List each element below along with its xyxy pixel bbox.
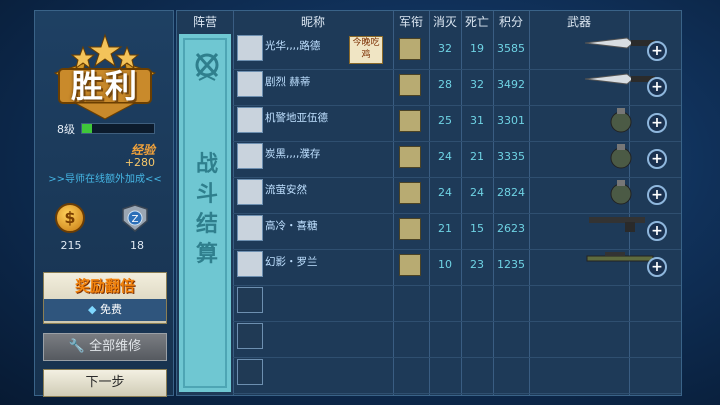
add-friend-plus-button[interactable]: + <box>647 113 667 133</box>
player-row: 高冷・喜糖 21 15 2623 <box>233 214 681 248</box>
kills-value: 21 <box>438 222 452 235</box>
player-row: 幻影・罗兰 10 23 1235 <box>233 250 681 284</box>
player-avatar <box>237 71 263 97</box>
camp-strip: 战斗结算 <box>179 34 231 392</box>
empty-row <box>233 322 681 356</box>
rank-badge-icon: Z <box>122 204 148 232</box>
player-row: 流萤安然 24 24 2824 <box>233 178 681 212</box>
camp-logo-icon <box>195 52 219 81</box>
score-value: 3492 <box>497 78 525 91</box>
player-name: 幻影・罗兰 <box>265 256 318 268</box>
free-label: 免费 <box>99 303 122 316</box>
empty-row <box>233 358 681 392</box>
next-step-button[interactable]: 下一步 <box>43 369 167 397</box>
repair-all-button[interactable]: 🔧 全部维修 <box>43 333 167 361</box>
badge-count: 18 <box>130 239 144 252</box>
player-avatar <box>237 251 263 277</box>
header-weapon: 武器 <box>566 15 591 29</box>
double-reward-title: 奖励翻倍 <box>74 277 135 295</box>
repair-all-label: 全部维修 <box>89 339 142 354</box>
rank-icon <box>399 38 421 60</box>
score-value: 3585 <box>497 42 525 55</box>
kills-value: 24 <box>438 150 452 163</box>
deaths-value: 24 <box>470 186 484 199</box>
deaths-value: 31 <box>470 114 484 127</box>
player-name: 剧烈 赫蒂 <box>265 76 311 88</box>
add-friend-plus-button[interactable]: + <box>647 257 667 277</box>
mentor-bonus-text: >>导师在线额外加成<< <box>48 174 162 185</box>
player-level: 8级 <box>57 123 75 136</box>
gold-coin-icon: $ <box>55 203 85 233</box>
add-friend-plus-button[interactable]: + <box>647 185 667 205</box>
score-value: 2623 <box>497 222 525 235</box>
player-row: 炭黑,,,,濮存 24 21 3335 <box>233 142 681 176</box>
header-kills: 消灭 <box>432 15 457 29</box>
empty-row <box>233 286 681 320</box>
add-friend-plus-button[interactable]: + <box>647 77 667 97</box>
header-score: 积分 <box>498 15 523 29</box>
header-nickname: 昵称 <box>300 15 325 29</box>
empty-avatar-slot <box>237 359 263 385</box>
double-reward-free: ◆ 免费 <box>44 299 166 321</box>
svg-text:Z: Z <box>132 214 139 225</box>
deaths-value: 19 <box>470 42 484 55</box>
victory-title: 胜利 <box>70 67 139 105</box>
player-row: 机警地亚伍德 25 31 3301 <box>233 106 681 140</box>
score-value: 1235 <box>497 258 525 271</box>
player-avatar <box>237 107 263 133</box>
player-row: 剧烈 赫蒂 28 32 3492 <box>233 70 681 104</box>
player-avatar <box>237 179 263 205</box>
special-tag: 今晚吃鸡 <box>349 36 383 64</box>
wrench-icon: 🔧 <box>68 339 86 354</box>
rank-icon <box>399 110 421 132</box>
add-friend-plus-button[interactable]: + <box>647 41 667 61</box>
player-avatar <box>237 143 263 169</box>
scoreboard: 阵营 昵称 军衔 消灭 死亡 积分 武器 战斗结算 光华,,,,路德 32 19 35… <box>176 10 682 396</box>
deaths-value: 23 <box>470 258 484 271</box>
add-friend-plus-button[interactable]: + <box>647 149 667 169</box>
deaths-value: 32 <box>470 78 484 91</box>
gold-coin-count: 215 <box>60 239 82 252</box>
player-avatar <box>237 215 263 241</box>
header-rank: 军衔 <box>398 15 423 29</box>
player-name: 高冷・喜糖 <box>265 220 318 232</box>
rank-icon <box>399 182 421 204</box>
rank-icon <box>399 74 421 96</box>
battle-result-label: 战斗结算 <box>195 152 218 267</box>
exp-value: +280 <box>124 156 155 169</box>
header-deaths: 死亡 <box>464 15 489 29</box>
empty-avatar-slot <box>237 287 263 313</box>
player-name: 炭黑,,,,濮存 <box>265 148 321 160</box>
deaths-value: 21 <box>470 150 484 163</box>
kills-value: 10 <box>438 258 452 271</box>
player-name: 光华,,,,路德 <box>265 40 321 52</box>
player-name: 机警地亚伍德 <box>265 112 328 124</box>
double-reward-button[interactable]: 奖励翻倍 ◆ 免费 <box>43 272 167 324</box>
next-step-label: 下一步 <box>85 375 125 390</box>
diamond-icon: ◆ <box>88 303 97 316</box>
rank-icon <box>399 254 421 276</box>
score-value: 2824 <box>497 186 525 199</box>
deaths-value: 15 <box>470 222 484 235</box>
kills-value: 32 <box>438 42 452 55</box>
player-avatar <box>237 35 263 61</box>
score-value: 3301 <box>497 114 525 127</box>
empty-avatar-slot <box>237 323 263 349</box>
kills-value: 24 <box>438 186 452 199</box>
add-friend-plus-button[interactable]: + <box>647 221 667 241</box>
xp-progress-bar <box>81 123 155 134</box>
kills-value: 28 <box>438 78 452 91</box>
score-value: 3335 <box>497 150 525 163</box>
result-summary-panel: 胜利 8级 经验 +280 >>导师在线额外加成<< $ Z 215 18 奖励… <box>34 10 174 397</box>
kills-value: 25 <box>438 114 452 127</box>
player-row: 光华,,,,路德 32 19 3585 今晚吃鸡 <box>233 34 681 68</box>
header-camp: 阵营 <box>192 15 217 29</box>
xp-progress-fill <box>82 124 93 133</box>
player-name: 流萤安然 <box>265 184 307 196</box>
rank-icon <box>399 146 421 168</box>
rank-icon <box>399 218 421 240</box>
